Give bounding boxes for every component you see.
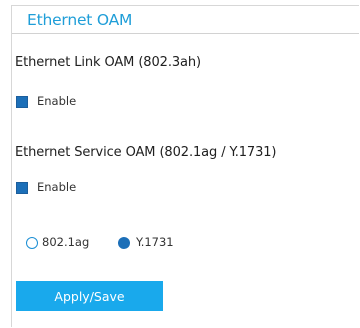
radio-802-1ag-label: 802.1ag (42, 235, 90, 249)
service-oam-enable-checkbox[interactable] (16, 182, 28, 194)
page-title: Ethernet OAM (27, 11, 133, 29)
radio-802-1ag[interactable] (26, 237, 38, 249)
apply-save-button[interactable]: Apply/Save (16, 281, 163, 311)
link-oam-enable-label: Enable (37, 94, 77, 108)
radio-y1731[interactable] (118, 237, 130, 249)
panel-header: Ethernet OAM (12, 6, 359, 34)
ethernet-oam-panel: Ethernet OAM (11, 5, 359, 327)
service-oam-title: Ethernet Service OAM (802.1ag / Y.1731) (15, 145, 277, 160)
link-oam-title: Ethernet Link OAM (802.3ah) (15, 55, 201, 70)
link-oam-enable-checkbox[interactable] (16, 96, 28, 108)
radio-y1731-label: Y.1731 (136, 235, 174, 249)
service-oam-enable-label: Enable (37, 180, 77, 194)
